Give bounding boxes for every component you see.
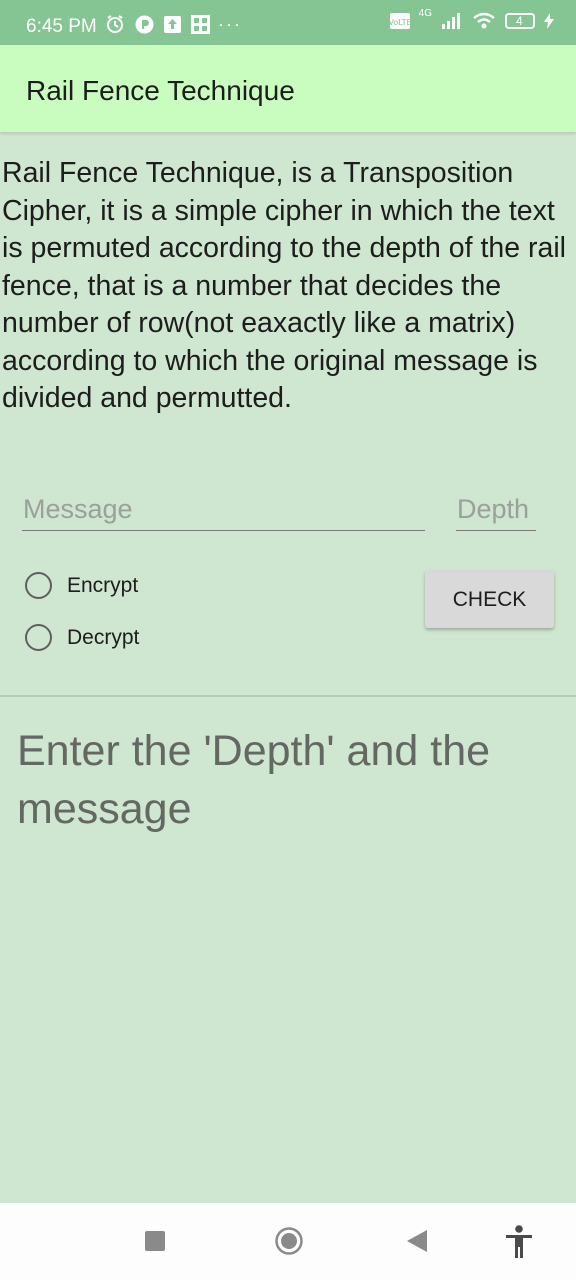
status-time: 6:45 PM xyxy=(26,16,97,37)
app-title: Rail Fence Technique xyxy=(26,75,295,106)
grid-notification-icon xyxy=(191,14,210,34)
section-divider xyxy=(0,695,576,697)
home-icon[interactable] xyxy=(274,1226,304,1256)
decrypt-radio-circle[interactable] xyxy=(25,624,52,651)
battery-level: 4 xyxy=(516,14,523,28)
battery-icon: 4 xyxy=(505,13,535,29)
decrypt-radio[interactable]: Decrypt xyxy=(25,624,139,651)
back-icon[interactable] xyxy=(407,1230,427,1252)
app-notification-icon xyxy=(135,15,154,33)
charging-icon xyxy=(544,13,554,29)
app-bar: Rail Fence Technique xyxy=(0,45,576,132)
decrypt-label: Decrypt xyxy=(67,625,140,649)
message-input[interactable]: Message xyxy=(22,492,425,531)
depth-placeholder: Depth xyxy=(457,494,530,524)
status-bar: 6:45 PM ··· VoLTE 4G 4 xyxy=(0,0,576,45)
more-notifications-icon: ··· xyxy=(218,14,242,34)
check-button[interactable]: CHECK xyxy=(425,570,554,628)
status-notification-icons xyxy=(105,14,210,34)
recents-icon[interactable] xyxy=(145,1231,165,1251)
encrypt-label: Encrypt xyxy=(67,573,139,597)
volte-icon: VoLTE xyxy=(389,13,410,29)
network-type-label: 4G xyxy=(418,7,432,19)
encrypt-radio[interactable]: Encrypt xyxy=(25,572,138,599)
svg-text:VoLTE: VoLTE xyxy=(390,18,410,27)
accessibility-icon[interactable] xyxy=(505,1225,533,1259)
signal-icon xyxy=(442,13,460,29)
wifi-icon xyxy=(473,12,495,29)
depth-input[interactable]: Depth xyxy=(456,492,536,531)
encrypt-radio-circle[interactable] xyxy=(25,572,52,599)
upload-icon xyxy=(164,15,181,33)
status-system-icons: VoLTE 4G 4 xyxy=(389,8,554,30)
system-nav-bar xyxy=(0,1203,576,1280)
message-placeholder: Message xyxy=(23,494,133,524)
result-text: Enter the 'Depth' and the message xyxy=(17,727,491,833)
description-text: Rail Fence Technique, is a Transposition… xyxy=(2,157,567,414)
alarm-icon xyxy=(107,15,123,33)
